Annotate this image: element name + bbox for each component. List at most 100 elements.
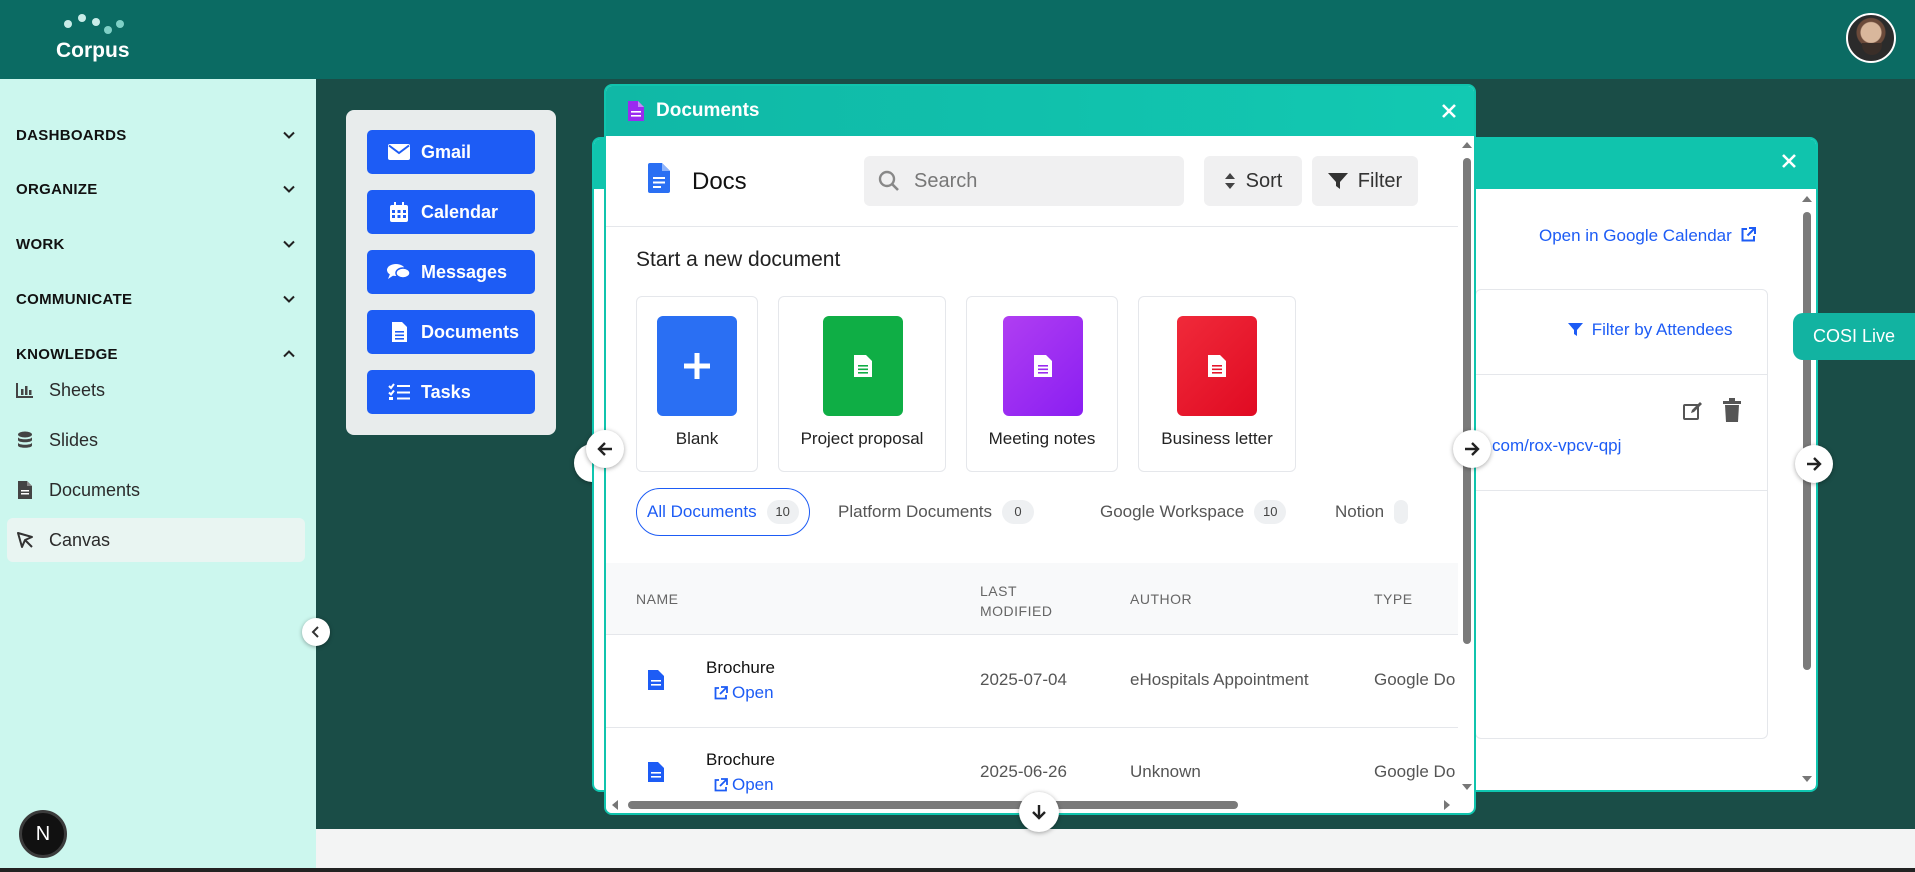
template-project-proposal[interactable]: Project proposal (778, 296, 946, 472)
tasks-button[interactable]: Tasks (367, 370, 535, 414)
document-icon (1177, 316, 1257, 416)
sidebar-item-slides[interactable]: Slides (7, 418, 305, 462)
template-meeting-notes[interactable]: Meeting notes (966, 296, 1118, 472)
filter-icon (1327, 172, 1348, 190)
sidebar-section-dashboards[interactable]: DASHBOARDS (16, 121, 296, 149)
tab-all-documents[interactable]: All Documents 10 (636, 488, 810, 536)
collapse-sidebar-button[interactable] (302, 618, 330, 646)
bar-chart-icon (15, 380, 35, 400)
divider (1475, 490, 1767, 491)
document-author: Unknown (1130, 762, 1201, 781)
meeting-link[interactable]: com/rox-vpcv-qpj (1492, 436, 1621, 456)
logo-text: Corpus (56, 39, 130, 62)
table-row[interactable]: Brochure Open 2025-07-04 eHospitals Appo… (606, 636, 1458, 728)
app-launcher: Gmail Calendar Messages Documents Tasks (346, 110, 556, 435)
filter-button[interactable]: Filter (1312, 156, 1418, 206)
external-link-icon (714, 686, 728, 700)
documents-prev-arrow[interactable] (586, 430, 624, 468)
arrow-down-icon (1032, 805, 1046, 820)
new-document-heading: Start a new document (636, 248, 841, 271)
next-badge[interactable]: N (19, 810, 67, 858)
documents-next-arrow[interactable] (1453, 430, 1491, 468)
bottom-strip (316, 829, 1915, 872)
arrow-right-icon (1465, 442, 1480, 456)
column-header-name[interactable]: NAME (636, 591, 678, 607)
column-header-last-modified[interactable]: LAST MODIFIED (980, 581, 1070, 621)
documents-content: Docs Search Sort Filter Start a new docu… (606, 136, 1458, 796)
documents-down-arrow[interactable] (1019, 792, 1059, 832)
edit-icon[interactable] (1682, 400, 1704, 422)
chevron-down-icon (283, 185, 295, 193)
divider (1475, 374, 1767, 375)
document-type: Google Do (1374, 762, 1456, 781)
database-icon (15, 430, 35, 450)
document-type: Google Do (1374, 670, 1456, 689)
top-bar: Corpus (0, 0, 1915, 79)
table-row[interactable]: Brochure Open 2025-06-26 Unknown Google … (606, 728, 1458, 796)
tab-google-workspace[interactable]: Google Workspace 10 (1090, 488, 1296, 536)
search-input[interactable]: Search (864, 156, 1184, 206)
sidebar-item-label: Sheets (49, 379, 106, 400)
tab-notion[interactable]: Notion (1325, 488, 1418, 536)
document-author: eHospitals Appointment (1130, 670, 1309, 689)
sidebar-section-work[interactable]: WORK (16, 230, 296, 258)
chevron-down-icon (283, 240, 295, 248)
close-icon (1442, 104, 1456, 118)
column-header-type[interactable]: TYPE (1374, 591, 1413, 607)
docs-app-icon (648, 163, 670, 193)
plus-icon (657, 316, 737, 416)
envelope-icon (387, 141, 411, 163)
sidebar-item-canvas[interactable]: Canvas (7, 518, 305, 562)
chevron-down-icon (283, 131, 295, 139)
gmail-button[interactable]: Gmail (367, 130, 535, 174)
tab-platform-documents[interactable]: Platform Documents 0 (828, 488, 1044, 536)
documents-button[interactable]: Documents (367, 310, 535, 354)
calendar-vertical-scrollbar[interactable] (1799, 192, 1815, 788)
sort-button[interactable]: Sort (1204, 156, 1302, 206)
avatar[interactable] (1846, 13, 1896, 63)
sidebar-item-label: Slides (49, 429, 99, 450)
document-name: Brochure (706, 658, 775, 677)
chevron-left-icon (311, 626, 319, 638)
open-in-google-calendar-link[interactable]: Open in Google Calendar (1539, 226, 1756, 246)
template-business-letter[interactable]: Business letter (1138, 296, 1296, 472)
template-blank[interactable]: Blank (636, 296, 758, 472)
open-link[interactable]: Open (714, 775, 774, 795)
documents-window-title: Documents (656, 100, 760, 121)
open-link[interactable]: Open (714, 683, 774, 703)
document-icon (648, 762, 664, 782)
document-modified: 2025-06-26 (980, 762, 1067, 781)
cosi-live-button[interactable]: COSI Live (1793, 313, 1915, 360)
sidebar-section-knowledge[interactable]: KNOWLEDGE (16, 340, 296, 368)
arrow-right-icon (1807, 457, 1822, 471)
sidebar-section-communicate[interactable]: COMMUNICATE (16, 285, 296, 313)
canvas-icon (15, 530, 35, 550)
filter-icon (1568, 323, 1583, 336)
table-header: NAME LAST MODIFIED AUTHOR TYPE (606, 563, 1458, 635)
document-name: Brochure (706, 750, 775, 769)
trash-icon[interactable] (1722, 398, 1742, 422)
divider (606, 226, 1458, 227)
calendar-button[interactable]: Calendar (367, 190, 535, 234)
filter-by-attendees-link[interactable]: Filter by Attendees (1568, 320, 1733, 340)
column-header-author[interactable]: AUTHOR (1130, 591, 1192, 607)
calendar-close-button[interactable] (1778, 150, 1800, 172)
sidebar-item-sheets[interactable]: Sheets (7, 368, 305, 412)
chat-icon (387, 261, 411, 283)
document-tabs: All Documents 10 Platform Documents 0 Goog… (606, 488, 1458, 536)
search-icon (878, 170, 899, 191)
sidebar-section-organize[interactable]: ORGANIZE (16, 175, 296, 203)
corpus-logo[interactable]: Corpus (52, 12, 136, 68)
documents-close-button[interactable] (1438, 100, 1460, 122)
sidebar-item-label: Canvas (49, 529, 111, 550)
calendar-icon (387, 201, 411, 223)
messages-button[interactable]: Messages (367, 250, 535, 294)
sidebar-item-documents[interactable]: Documents (7, 468, 305, 512)
document-icon (628, 101, 644, 121)
calendar-event-panel (1475, 289, 1768, 739)
external-link-icon (714, 778, 728, 792)
document-icon (15, 480, 35, 500)
calendar-next-arrow[interactable] (1795, 445, 1833, 483)
chevron-up-icon (283, 350, 295, 358)
checklist-icon (387, 381, 411, 403)
